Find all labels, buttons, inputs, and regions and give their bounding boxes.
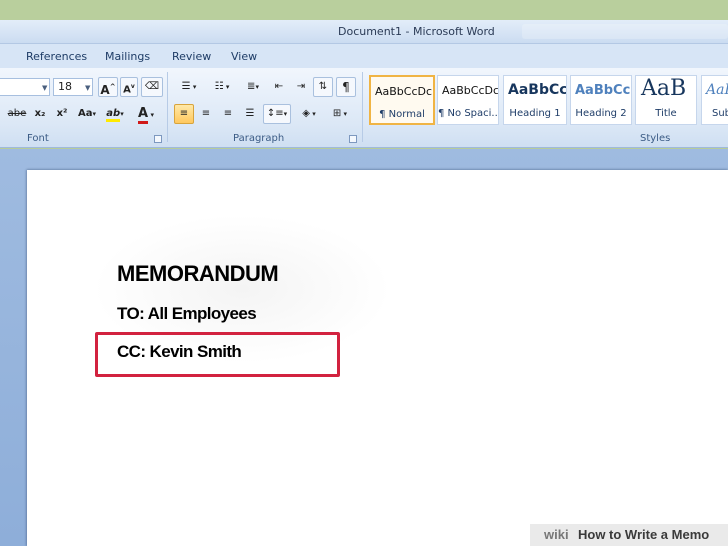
font-group-separator xyxy=(167,72,168,142)
tab-references[interactable]: References xyxy=(26,50,87,63)
bullets-icon: ☰ xyxy=(181,81,191,92)
multilevel-list-button[interactable]: ≣▾ xyxy=(240,77,266,97)
style-name: Heading 1 xyxy=(509,108,561,119)
wikihow-watermark: wiki How to Write a Memo xyxy=(530,524,728,546)
style-sample: AaB xyxy=(706,82,728,98)
align-left-button[interactable]: ≡ xyxy=(174,104,194,124)
justify-button[interactable]: ☰ xyxy=(240,104,260,124)
line-spacing-button[interactable]: ↕≡▾ xyxy=(263,104,291,124)
decrease-indent-icon: ⇤ xyxy=(274,81,284,92)
paragraph-group-separator xyxy=(362,72,363,142)
style-heading-2[interactable]: AaBbCc Heading 2 xyxy=(570,75,632,125)
tab-review[interactable]: Review xyxy=(172,50,211,63)
change-case-icon: Aa xyxy=(77,108,93,119)
line-spacing-icon: ↕≡ xyxy=(266,108,284,119)
pilcrow-icon: ¶ xyxy=(342,80,350,94)
tab-mailings[interactable]: Mailings xyxy=(105,50,150,63)
style-subtitle[interactable]: AaB Sub xyxy=(701,75,728,125)
superscript-icon: x² xyxy=(56,108,68,119)
text-highlight-button[interactable]: ab▾ xyxy=(103,104,127,124)
style-name: ¶ Normal xyxy=(379,109,425,120)
align-center-button[interactable]: ≡ xyxy=(196,104,216,124)
change-case-button[interactable]: Aa▾ xyxy=(74,104,100,124)
clear-formatting-icon: ⌫ xyxy=(144,81,160,92)
font-color-button[interactable]: A ▾ xyxy=(131,104,161,124)
titlebar-ghost xyxy=(522,24,728,39)
font-size-dropdown-icon[interactable]: ▼ xyxy=(85,84,90,92)
grow-font-icon: A xyxy=(100,83,110,97)
align-left-icon: ≡ xyxy=(179,108,189,119)
style-sample: AaBbCcDc xyxy=(442,84,499,97)
superscript-button[interactable]: x² xyxy=(52,104,72,124)
bullets-button[interactable]: ☰ ▾ xyxy=(174,77,204,97)
tab-view[interactable]: View xyxy=(231,50,257,63)
style-normal[interactable]: AaBbCcDc ¶ Normal xyxy=(369,75,435,125)
borders-button[interactable]: ⊞ ▾ xyxy=(326,104,354,124)
style-name: Heading 2 xyxy=(575,108,627,119)
clear-formatting-button[interactable]: ⌫ xyxy=(141,77,163,97)
style-sample: AaBbCcDc xyxy=(375,85,433,98)
increase-indent-icon: ⇥ xyxy=(296,81,306,92)
document-page[interactable]: MEMORANDUM TO: All Employees CC: Kevin S… xyxy=(27,170,728,546)
style-name: Title xyxy=(655,108,677,119)
ribbon: ▼ 18 ▼ A^ Av ⌫ abe x₂ x² Aa▾ ab▾ A ▾ Fon… xyxy=(0,68,728,148)
highlight-icon: ab xyxy=(106,108,121,122)
font-name-dropdown-icon[interactable]: ▼ xyxy=(42,84,47,92)
font-color-icon: A xyxy=(137,106,149,124)
shading-button[interactable]: ◈ ▾ xyxy=(294,104,324,124)
subscript-icon: x₂ xyxy=(34,108,46,119)
sort-icon: ⇅ xyxy=(318,81,328,92)
style-name: Sub xyxy=(712,108,728,119)
document-workspace: MEMORANDUM TO: All Employees CC: Kevin S… xyxy=(0,149,728,546)
shrink-font-button[interactable]: Av xyxy=(120,77,138,97)
top-background-strip xyxy=(0,0,728,20)
align-right-button[interactable]: ≡ xyxy=(218,104,238,124)
watermark-text: How to Write a Memo xyxy=(578,527,710,542)
shrink-font-icon: A xyxy=(123,84,131,96)
strikethrough-icon: abe xyxy=(7,108,27,119)
memo-heading: MEMORANDUM xyxy=(117,261,279,286)
align-right-icon: ≡ xyxy=(223,108,233,119)
memo-to-line: TO: All Employees xyxy=(117,304,257,323)
justify-icon: ☰ xyxy=(245,108,255,119)
increase-indent-button[interactable]: ⇥ xyxy=(291,77,311,97)
align-center-icon: ≡ xyxy=(201,108,211,119)
title-bar: Document1 - Microsoft Word xyxy=(0,20,728,44)
decrease-indent-button[interactable]: ⇤ xyxy=(269,77,289,97)
style-heading-1[interactable]: AaBbCc Heading 1 xyxy=(503,75,567,125)
grow-font-button[interactable]: A^ xyxy=(98,77,118,97)
font-group-label: Font xyxy=(27,133,49,144)
style-sample: AaB xyxy=(641,76,687,101)
style-name: ¶ No Spaci... xyxy=(438,108,499,119)
style-title[interactable]: AaB Title xyxy=(635,75,697,125)
watermark-brand: wiki xyxy=(544,527,569,542)
ribbon-tabs: References Mailings Review View xyxy=(0,44,728,68)
cc-highlight-box xyxy=(95,332,340,377)
paint-bucket-icon: ◈ xyxy=(302,108,310,119)
sort-button[interactable]: ⇅ xyxy=(313,77,333,97)
font-dialog-launcher-icon[interactable] xyxy=(154,135,162,143)
strikethrough-button[interactable]: abe xyxy=(6,104,28,124)
paragraph-group-label: Paragraph xyxy=(233,133,285,144)
show-formatting-button[interactable]: ¶ xyxy=(336,77,356,97)
window-title: Document1 - Microsoft Word xyxy=(338,25,495,38)
style-sample: AaBbCc xyxy=(508,82,567,98)
subscript-button[interactable]: x₂ xyxy=(30,104,50,124)
style-sample: AaBbCc xyxy=(575,83,631,98)
styles-group-label: Styles xyxy=(640,133,671,144)
paragraph-dialog-launcher-icon[interactable] xyxy=(349,135,357,143)
style-no-spacing[interactable]: AaBbCcDc ¶ No Spaci... xyxy=(437,75,499,125)
numbering-button[interactable]: ☷ ▾ xyxy=(207,77,237,97)
numbering-icon: ☷ xyxy=(214,81,224,92)
